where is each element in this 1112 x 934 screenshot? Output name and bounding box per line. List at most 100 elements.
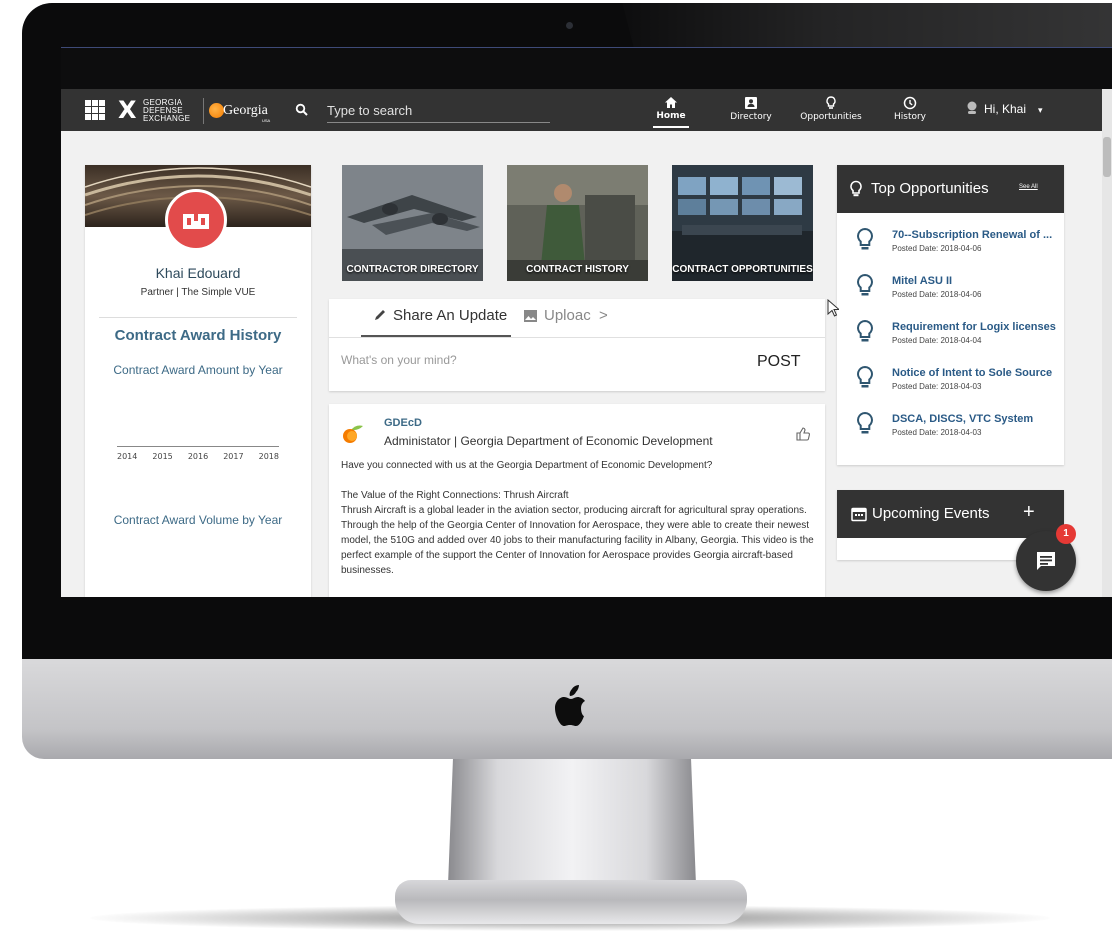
- peach-icon: [209, 103, 224, 118]
- opportunity-name[interactable]: DSCA, DISCS, VTC System: [892, 413, 1057, 425]
- opportunity-date: Posted Date: 2018-04-06: [892, 244, 982, 253]
- monitor-foot: [395, 880, 747, 924]
- nav-opportunities-label: Opportunities: [800, 112, 862, 122]
- upcoming-events-header: Upcoming Events +: [837, 490, 1064, 538]
- thumbs-up-icon[interactable]: [795, 426, 811, 442]
- chevron-down-icon: ▾: [1038, 105, 1043, 115]
- opportunity-item[interactable]: Notice of Intent to Sole Source Posted D…: [837, 365, 1064, 405]
- clock-icon: [903, 96, 917, 110]
- tile-label: CONTRACT OPPORTUNITIES: [672, 264, 813, 275]
- opportunity-item[interactable]: DSCA, DISCS, VTC System Posted Date: 201…: [837, 411, 1064, 451]
- lightbulb-icon: [857, 227, 873, 250]
- lightbulb-icon: [857, 319, 873, 342]
- camera-dot: [566, 22, 573, 29]
- tile-contract-history[interactable]: CONTRACT HISTORY: [507, 165, 648, 281]
- apps-grid-icon[interactable]: [85, 100, 105, 120]
- nav-history[interactable]: History: [887, 96, 933, 128]
- opportunity-name[interactable]: Notice of Intent to Sole Source: [892, 367, 1057, 379]
- top-opportunities-card: Top Opportunities See All 70--Subscripti…: [837, 165, 1064, 465]
- search-input[interactable]: [327, 99, 550, 123]
- nav-home[interactable]: Home: [653, 96, 689, 128]
- user-menu[interactable]: Hi, Khai ▾: [966, 101, 1043, 116]
- directory-icon: [745, 97, 757, 109]
- opportunity-date: Posted Date: 2018-04-03: [892, 428, 982, 437]
- nav-history-label: History: [893, 112, 927, 122]
- company-avatar[interactable]: [165, 189, 227, 251]
- tabs-next-chevron-icon[interactable]: >: [599, 307, 608, 324]
- pencil-icon: [375, 310, 385, 320]
- lightbulb-icon: [857, 411, 873, 434]
- page-scrollbar[interactable]: [1102, 89, 1112, 597]
- usa-wordmark: USA: [262, 118, 271, 123]
- profile-card: Khai Edouard Partner | The Simple VUE Co…: [85, 165, 311, 597]
- tab-upload[interactable]: Uploac: [523, 307, 591, 324]
- year-tick: 2014: [117, 452, 138, 461]
- share-divider: [329, 337, 825, 338]
- profile-name[interactable]: Khai Edouard: [85, 265, 311, 281]
- award-volume-chart-title: Contract Award Volume by Year: [113, 513, 283, 527]
- opportunity-item[interactable]: Mitel ASU II Posted Date: 2018-04-06: [837, 273, 1064, 313]
- company-logo-icon: [183, 214, 209, 229]
- user-avatar-icon: [967, 101, 977, 114]
- gdecd-peach-icon: [343, 425, 363, 443]
- apple-logo-icon: [555, 685, 585, 726]
- award-amount-chart-title: Contract Award Amount by Year: [113, 363, 283, 377]
- georgia-defense-exchange-logo[interactable]: X GEORGIA DEFENSE EXCHANGE: [118, 98, 198, 123]
- top-navbar: X GEORGIA DEFENSE EXCHANGE Georgia USA H…: [61, 89, 1112, 131]
- profile-divider: [99, 317, 297, 318]
- nav-opportunities[interactable]: Opportunities: [795, 96, 867, 128]
- tab-share-label: Share An Update: [393, 307, 508, 324]
- share-text-input[interactable]: [341, 353, 701, 367]
- georgia-usa-logo: Georgia USA: [203, 98, 281, 124]
- mouse-cursor-icon: [827, 299, 839, 317]
- opportunity-date: Posted Date: 2018-04-04: [892, 336, 982, 345]
- monitor-mockup: X GEORGIA DEFENSE EXCHANGE Georgia USA H…: [0, 0, 1112, 934]
- tile-contractor-directory[interactable]: CONTRACTOR DIRECTORY: [342, 165, 483, 281]
- opportunity-date: Posted Date: 2018-04-03: [892, 382, 982, 391]
- opportunity-item[interactable]: Requirement for Logix licenses Posted Da…: [837, 319, 1064, 359]
- lightbulb-icon: [857, 273, 873, 296]
- nav-directory-label: Directory: [730, 112, 772, 122]
- top-opportunities-header: Top Opportunities See All: [837, 165, 1064, 213]
- post-author[interactable]: GDEcD: [384, 417, 422, 429]
- gdx-x-mark: X: [118, 96, 137, 124]
- monitor-stand: [448, 759, 696, 885]
- year-tick: 2016: [187, 452, 209, 461]
- award-amount-axis: [117, 446, 279, 447]
- post-author-role: Administator | Georgia Department of Eco…: [384, 434, 713, 448]
- profile-role: Partner | The Simple VUE: [140, 287, 256, 298]
- calendar-icon: [851, 507, 867, 522]
- add-event-button[interactable]: +: [1023, 501, 1035, 524]
- post-body: Have you connected with us at the Georgi…: [341, 458, 817, 578]
- post-text: Thrush Aircraft is a global leader in th…: [341, 505, 814, 576]
- see-all-link[interactable]: See All: [1019, 184, 1038, 190]
- search-icon[interactable]: [295, 103, 309, 117]
- award-amount-year-labels: 2014 2015 2016 2017 2018: [117, 452, 279, 461]
- contract-award-history-title: Contract Award History: [114, 327, 282, 344]
- post-button[interactable]: POST: [757, 353, 801, 371]
- opportunity-name[interactable]: Mitel ASU II: [892, 275, 1057, 287]
- screen-top-blank: [61, 47, 1112, 89]
- opportunity-name[interactable]: Requirement for Logix licenses: [892, 321, 1057, 333]
- feed-post: GDEcD Administator | Georgia Department …: [329, 404, 825, 597]
- image-icon: [524, 310, 537, 322]
- screen: X GEORGIA DEFENSE EXCHANGE Georgia USA H…: [61, 47, 1112, 597]
- opportunity-item[interactable]: 70--Subscription Renewal of ... Posted D…: [837, 227, 1064, 267]
- share-update-card: Share An Update Uploac > POST: [329, 299, 825, 391]
- gdx-wordmark: GEORGIA DEFENSE EXCHANGE: [143, 98, 191, 123]
- tile-label: CONTRACTOR DIRECTORY: [346, 264, 479, 275]
- lightbulb-icon: [857, 365, 873, 388]
- tile-contract-opportunities[interactable]: CONTRACT OPPORTUNITIES: [672, 165, 813, 281]
- nav-directory[interactable]: Directory: [725, 96, 777, 128]
- post-headline: The Value of the Right Connections: Thru…: [341, 490, 569, 501]
- tab-share-update[interactable]: Share An Update: [361, 299, 511, 337]
- opportunity-date: Posted Date: 2018-04-06: [892, 290, 982, 299]
- top-opportunities-title: Top Opportunities: [871, 180, 989, 197]
- scrollbar-thumb[interactable]: [1103, 137, 1111, 177]
- user-greeting: Hi, Khai: [984, 102, 1027, 116]
- home-icon: [665, 97, 677, 108]
- opportunity-name[interactable]: 70--Subscription Renewal of ...: [892, 229, 1057, 241]
- lightbulb-icon: [850, 180, 862, 197]
- tile-label: CONTRACT HISTORY: [526, 264, 629, 275]
- year-tick: 2015: [152, 452, 173, 461]
